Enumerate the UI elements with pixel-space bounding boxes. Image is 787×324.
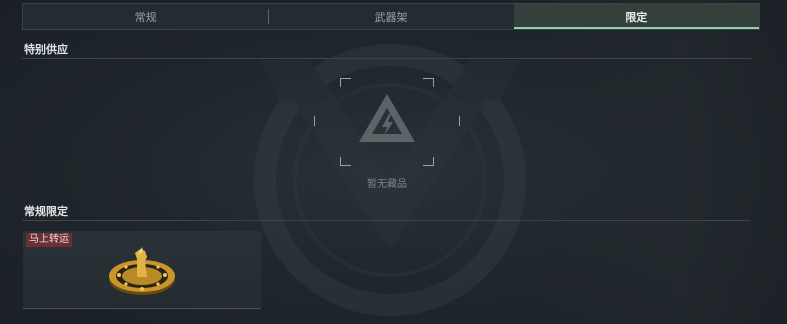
item-tag: 马上转运 xyxy=(26,233,72,247)
empty-logo-icon xyxy=(359,94,415,142)
tab-bar: 常规 武器架 限定 xyxy=(22,3,760,30)
golden-horse-medallion-icon xyxy=(109,247,175,295)
section-title-special-supply: 特别供应 xyxy=(24,43,68,56)
section-divider xyxy=(22,220,751,221)
tab-weapon-rack[interactable]: 武器架 xyxy=(268,4,513,29)
empty-state-text: 暂无藏品 xyxy=(367,179,407,190)
tab-regular[interactable]: 常规 xyxy=(23,4,268,29)
emblem-watermark xyxy=(254,44,526,316)
section-divider xyxy=(22,58,751,59)
section-title-regular-limited: 常规限定 xyxy=(24,205,68,218)
shop-screen: 常规 武器架 限定 特别供应 暂无藏品 常规限定 马上转运 xyxy=(0,0,787,324)
tab-limited[interactable]: 限定 xyxy=(513,4,759,29)
item-card[interactable]: 马上转运 xyxy=(23,231,261,309)
background-fade xyxy=(527,0,787,324)
